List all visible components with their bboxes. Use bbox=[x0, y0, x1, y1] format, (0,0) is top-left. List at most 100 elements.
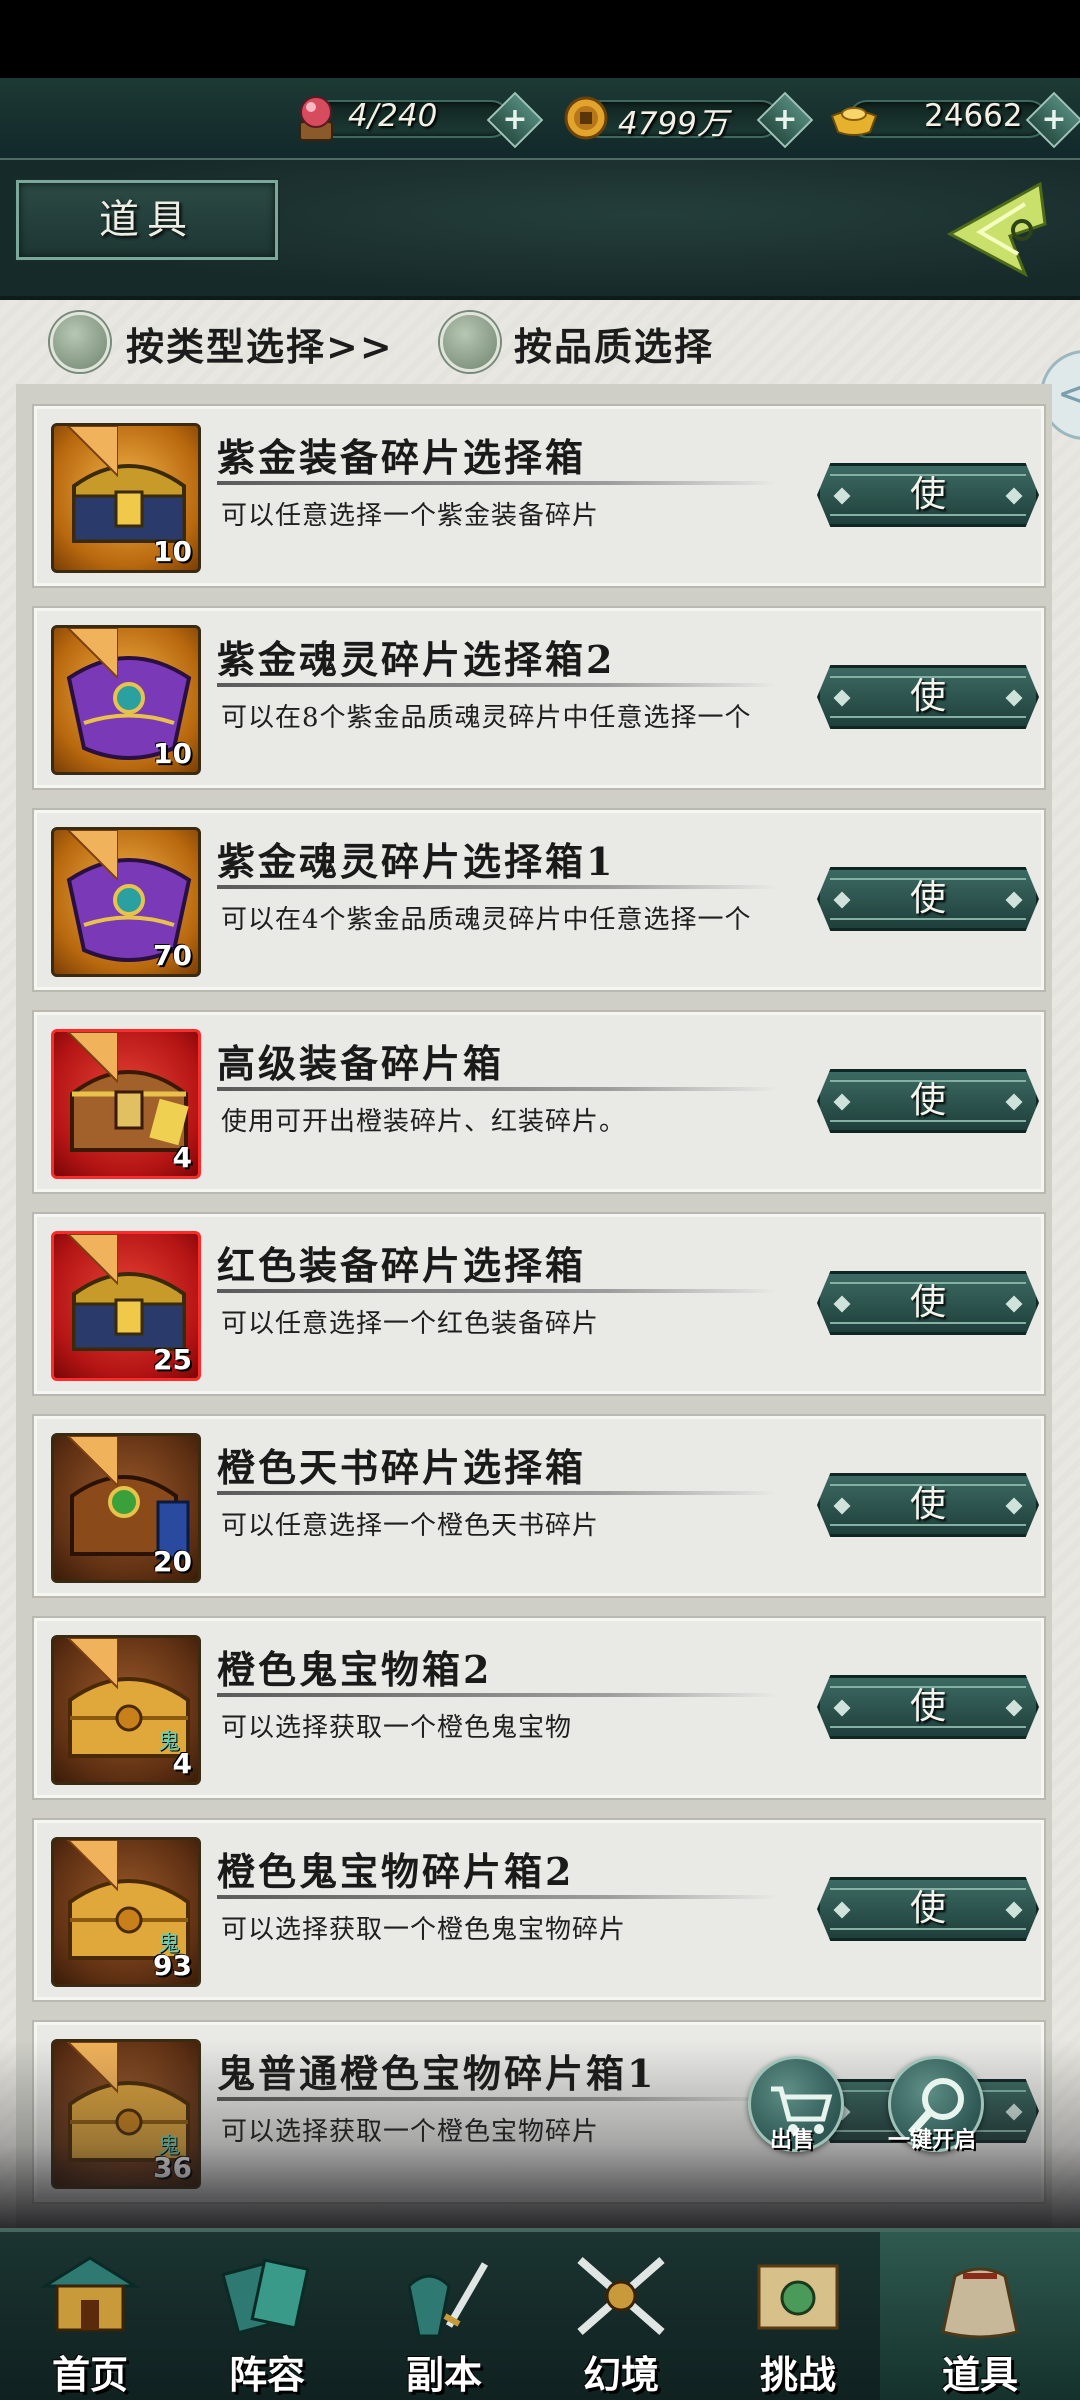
use-button-label: 使 用 bbox=[909, 1484, 982, 1583]
page-title-box: 道具 bbox=[16, 180, 278, 260]
divider bbox=[217, 2097, 777, 2101]
ingots-value: 24662 bbox=[924, 98, 1023, 134]
list-item: 鬼 4 橙色鬼宝物箱2 可以选择获取一个橙色鬼宝物 使 用 bbox=[34, 1618, 1044, 1798]
coins-resource: 4799万 + bbox=[560, 91, 814, 149]
use-button[interactable]: 使 用 bbox=[817, 665, 1039, 729]
item-bag-icon bbox=[941, 2267, 1019, 2339]
stamina-resource: 4/240 + bbox=[290, 91, 544, 149]
item-list: 10 紫金装备碎片选择箱 可以任意选择一个紫金装备碎片 使 用 10 紫金魂灵碎… bbox=[16, 384, 1052, 2254]
item-name: 橙色鬼宝物箱2 bbox=[217, 1647, 493, 1692]
use-button[interactable]: 使 用 bbox=[817, 1271, 1039, 1335]
item-description: 使用可开出橙装碎片、红装碎片。 bbox=[221, 1107, 627, 1137]
treasure-chest-icon[interactable]: 鬼 93 bbox=[51, 1837, 201, 1987]
use-button-label: 使 用 bbox=[909, 1282, 982, 1381]
lineup-cards-icon bbox=[221, 2258, 310, 2335]
use-button-label: 使 用 bbox=[909, 474, 982, 573]
item-description: 可以在4个紫金品质魂灵碎片中任意选择一个 bbox=[221, 905, 752, 935]
item-name: 红色装备碎片选择箱 bbox=[217, 1243, 587, 1288]
item-name: 橙色鬼宝物碎片箱2 bbox=[217, 1849, 575, 1894]
divider bbox=[217, 1895, 777, 1899]
item-count: 70 bbox=[153, 939, 192, 972]
item-description: 可以在8个紫金品质魂灵碎片中任意选择一个 bbox=[221, 703, 752, 733]
item-description: 可以任意选择一个橙色天书碎片 bbox=[221, 1511, 600, 1541]
one-click-open-label: 一键开启 bbox=[888, 2127, 977, 2153]
gold-chest-icon[interactable]: 25 bbox=[51, 1231, 201, 1381]
page-title: 道具 bbox=[99, 197, 195, 243]
use-button-label: 使 用 bbox=[909, 878, 982, 977]
gold-chest-icon[interactable]: 10 bbox=[51, 423, 201, 573]
item-name: 紫金魂灵碎片选择箱2 bbox=[217, 637, 616, 682]
coins-value: 4799万 bbox=[618, 106, 728, 142]
item-content-panel: 按类型选择>> 按品质选择 < 10 紫金装备碎片选择箱 可以任意选择一个紫金装… bbox=[0, 300, 1080, 2254]
type-filter-label[interactable]: 按类型选择>> bbox=[126, 316, 394, 371]
divider bbox=[217, 481, 777, 485]
divider bbox=[217, 1491, 777, 1495]
item-count: 4 bbox=[172, 1747, 192, 1780]
item-name: 紫金装备碎片选择箱 bbox=[217, 435, 587, 480]
use-button-label: 使 用 bbox=[909, 1080, 982, 1179]
item-count: 93 bbox=[153, 1949, 192, 1982]
purple-mask-icon[interactable]: 70 bbox=[51, 827, 201, 977]
challenge-scroll-icon bbox=[757, 2264, 839, 2330]
divider bbox=[217, 683, 777, 687]
item-description: 可以任意选择一个红色装备碎片 bbox=[221, 1309, 600, 1339]
list-item: 4 高级装备碎片箱 使用可开出橙装碎片、红装碎片。 使 用 bbox=[34, 1012, 1044, 1192]
quality-filter-label[interactable]: 按品质选择 bbox=[514, 316, 714, 371]
nav-label: 副本 bbox=[405, 2352, 482, 2397]
bottom-navigation: 首页 阵容 副本 幻境 挑战 道具 bbox=[0, 2228, 1080, 2400]
divider bbox=[217, 1289, 777, 1293]
status-bar bbox=[0, 0, 1080, 78]
nav-item-challenge[interactable]: 挑战 bbox=[713, 2232, 883, 2400]
home-pavilion-icon bbox=[39, 2256, 141, 2332]
type-filter-radio[interactable] bbox=[50, 312, 110, 372]
nav-item-dungeon[interactable]: 副本 bbox=[359, 2232, 529, 2400]
nav-label: 幻境 bbox=[582, 2352, 659, 2397]
item-name: 橙色天书碎片选择箱 bbox=[217, 1445, 587, 1490]
return-arrow-icon[interactable] bbox=[930, 174, 1060, 284]
use-button[interactable]: 使 用 bbox=[817, 1877, 1039, 1941]
item-name: 紫金魂灵碎片选择箱1 bbox=[217, 839, 616, 884]
use-button-label: 使 用 bbox=[909, 676, 982, 775]
page-header: 道具 bbox=[0, 160, 1080, 300]
plus-icon: + bbox=[772, 102, 798, 137]
purple-mask-icon[interactable]: 10 bbox=[51, 625, 201, 775]
treasure-chest-icon[interactable]: 鬼 36 bbox=[51, 2039, 201, 2189]
nav-item-items[interactable]: 道具 bbox=[895, 2232, 1065, 2400]
chevron-left-icon: < bbox=[1057, 371, 1080, 417]
nav-item-illusion[interactable]: 幻境 bbox=[536, 2232, 706, 2400]
item-description: 可以任意选择一个紫金装备碎片 bbox=[221, 501, 600, 531]
treasure-chest-icon[interactable]: 鬼 4 bbox=[51, 1635, 201, 1785]
use-button[interactable]: 使 用 bbox=[817, 1675, 1039, 1739]
list-item: 20 橙色天书碎片选择箱 可以任意选择一个橙色天书碎片 使 用 bbox=[34, 1416, 1044, 1596]
nav-item-lineup[interactable]: 阵容 bbox=[182, 2232, 352, 2400]
item-count: 36 bbox=[153, 2151, 192, 2184]
list-item: 鬼 93 橙色鬼宝物碎片箱2 可以选择获取一个橙色鬼宝物碎片 使 用 bbox=[34, 1820, 1044, 2000]
ingots-resource: 24662 + bbox=[828, 91, 1080, 149]
use-button[interactable]: 使 用 bbox=[817, 867, 1039, 931]
item-count: 10 bbox=[153, 737, 192, 770]
item-description: 可以选择获取一个橙色鬼宝物 bbox=[221, 1713, 573, 1743]
item-count: 10 bbox=[153, 535, 192, 568]
item-name: 鬼普通橙色宝物碎片箱1 bbox=[217, 2051, 657, 2096]
item-description: 可以选择获取一个橙色宝物碎片 bbox=[221, 2117, 600, 2147]
use-button[interactable]: 使 用 bbox=[817, 1473, 1039, 1537]
use-button[interactable]: 使 用 bbox=[817, 463, 1039, 527]
divider bbox=[217, 1087, 777, 1091]
book-chest-icon[interactable]: 20 bbox=[51, 1433, 201, 1583]
nav-item-home[interactable]: 首页 bbox=[5, 2232, 175, 2400]
coin-icon bbox=[564, 96, 608, 140]
wooden-chest-icon[interactable]: 4 bbox=[51, 1029, 201, 1179]
nav-label: 道具 bbox=[941, 2352, 1018, 2397]
use-button[interactable]: 使 用 bbox=[817, 1069, 1039, 1133]
item-count: 20 bbox=[153, 1545, 192, 1578]
item-description: 可以选择获取一个橙色鬼宝物碎片 bbox=[221, 1915, 627, 1945]
quality-filter-radio[interactable] bbox=[440, 312, 500, 372]
sell-label: 出售 bbox=[770, 2127, 815, 2153]
item-count: 25 bbox=[153, 1343, 192, 1376]
filter-row: 按类型选择>> 按品质选择 < bbox=[0, 300, 1080, 440]
item-name: 高级装备碎片箱 bbox=[217, 1041, 505, 1086]
gold-ingot-icon bbox=[830, 107, 878, 136]
dungeon-sword-icon bbox=[407, 2262, 489, 2338]
divider bbox=[217, 885, 777, 889]
nav-label: 阵容 bbox=[228, 2352, 305, 2397]
